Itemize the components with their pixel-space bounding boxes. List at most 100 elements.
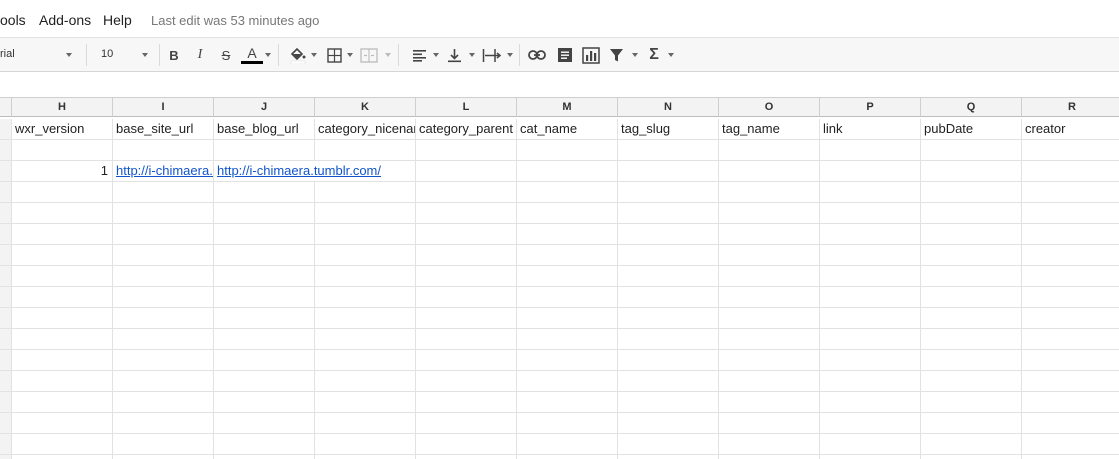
strikethrough-button[interactable]: S [217,44,235,66]
italic-button[interactable]: I [191,44,209,66]
cell-i2[interactable] [113,140,214,161]
cell-k7[interactable] [315,245,416,266]
column-header-o[interactable]: O [719,97,820,117]
cell-m6[interactable] [517,224,618,245]
fill-color-button[interactable] [287,44,309,66]
cell-j14[interactable] [214,392,315,413]
cell-k15[interactable] [315,413,416,434]
cell-m16[interactable] [517,434,618,455]
cell-m14[interactable] [517,392,618,413]
cell-r4[interactable] [1022,182,1119,203]
cell-h9[interactable] [12,287,113,308]
column-header-l[interactable]: L [416,97,517,117]
cell-p4[interactable] [820,182,921,203]
cell-m11[interactable] [517,329,618,350]
cell-q1[interactable]: pubDate [921,119,1022,140]
borders-button[interactable] [325,44,343,66]
cell-n7[interactable] [618,245,719,266]
cell-h4[interactable] [12,182,113,203]
row-header[interactable] [0,224,12,245]
cell-o11[interactable] [719,329,820,350]
cell-j2[interactable] [214,140,315,161]
cell-h2[interactable] [12,140,113,161]
chevron-down-icon[interactable] [265,53,271,57]
cell-k5[interactable] [315,203,416,224]
cell-l17[interactable] [416,455,517,459]
cell-p7[interactable] [820,245,921,266]
cell-h6[interactable] [12,224,113,245]
cell-l11[interactable] [416,329,517,350]
cell-m10[interactable] [517,308,618,329]
cell-n8[interactable] [618,266,719,287]
cell-h16[interactable] [12,434,113,455]
cell-h8[interactable] [12,266,113,287]
cell-j17[interactable] [214,455,315,459]
cell-o13[interactable] [719,371,820,392]
cell-h11[interactable] [12,329,113,350]
cell-q14[interactable] [921,392,1022,413]
cell-p8[interactable] [820,266,921,287]
cell-p12[interactable] [820,350,921,371]
row-header[interactable] [0,413,12,434]
cell-q15[interactable] [921,413,1022,434]
row-header[interactable] [0,329,12,350]
insert-chart-button[interactable] [580,44,602,66]
cell-n5[interactable] [618,203,719,224]
cell-k2[interactable] [315,140,416,161]
row-header[interactable] [0,392,12,413]
row-header[interactable] [0,350,12,371]
row-header[interactable] [0,455,12,459]
cell-h17[interactable] [12,455,113,459]
cell-h1[interactable]: wxr_version [12,119,113,140]
cell-i10[interactable] [113,308,214,329]
functions-button[interactable]: Σ [645,44,663,66]
cell-q3[interactable] [921,161,1022,182]
cell-h3[interactable]: 1 [12,161,113,182]
cell-n11[interactable] [618,329,719,350]
cell-r10[interactable] [1022,308,1119,329]
last-edit-status[interactable]: Last edit was 53 minutes ago [151,13,319,28]
cell-q11[interactable] [921,329,1022,350]
row-header[interactable] [0,308,12,329]
cell-r14[interactable] [1022,392,1119,413]
column-header-h[interactable]: H [12,97,113,117]
cell-r12[interactable] [1022,350,1119,371]
cell-j7[interactable] [214,245,315,266]
cell-o7[interactable] [719,245,820,266]
cell-n1[interactable]: tag_slug [618,119,719,140]
cell-i12[interactable] [113,350,214,371]
column-header-m[interactable]: M [517,97,618,117]
cell-i16[interactable] [113,434,214,455]
cell-k4[interactable] [315,182,416,203]
cell-l5[interactable] [416,203,517,224]
cell-p16[interactable] [820,434,921,455]
cell-l10[interactable] [416,308,517,329]
cell-h12[interactable] [12,350,113,371]
cell-o4[interactable] [719,182,820,203]
cell-p2[interactable] [820,140,921,161]
cell-m7[interactable] [517,245,618,266]
cell-l7[interactable] [416,245,517,266]
cell-p11[interactable] [820,329,921,350]
column-header-p[interactable]: P [820,97,921,117]
cell-q9[interactable] [921,287,1022,308]
cell-k1[interactable]: category_nicename [315,119,416,140]
cell-j16[interactable] [214,434,315,455]
cell-n14[interactable] [618,392,719,413]
cell-r6[interactable] [1022,224,1119,245]
column-header-k[interactable]: K [315,97,416,117]
chevron-down-icon[interactable] [469,53,475,57]
cell-h15[interactable] [12,413,113,434]
menu-addons[interactable]: Add-ons [39,12,91,28]
cell-p6[interactable] [820,224,921,245]
cell-p13[interactable] [820,371,921,392]
row-header[interactable] [0,161,12,182]
row-header[interactable] [0,266,12,287]
cell-q12[interactable] [921,350,1022,371]
cell-r9[interactable] [1022,287,1119,308]
cell-m17[interactable] [517,455,618,459]
cell-h5[interactable] [12,203,113,224]
cell-n15[interactable] [618,413,719,434]
cell-l3[interactable] [416,161,517,182]
cell-n6[interactable] [618,224,719,245]
